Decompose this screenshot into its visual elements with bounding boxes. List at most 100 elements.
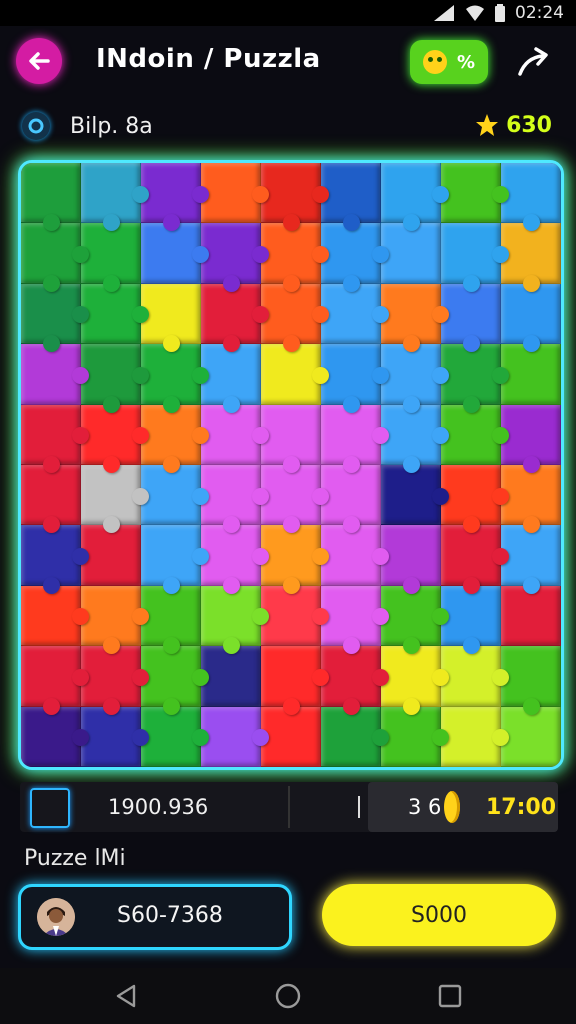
puzzle-piece[interactable] — [141, 283, 201, 353]
emoji-button[interactable]: % — [410, 40, 488, 84]
puzzle-piece[interactable] — [21, 344, 89, 405]
puzzle-piece[interactable] — [201, 646, 261, 707]
puzzle-piece[interactable] — [81, 223, 141, 293]
puzzle-piece[interactable] — [21, 465, 81, 534]
nav-back-button[interactable] — [112, 982, 140, 1010]
puzzle-piece[interactable] — [261, 283, 329, 353]
puzzle-piece[interactable] — [21, 646, 89, 716]
puzzle-piece[interactable] — [321, 646, 389, 716]
puzzle-piece[interactable] — [201, 525, 269, 595]
puzzle-piece[interactable] — [261, 404, 321, 474]
puzzle-piece[interactable] — [441, 706, 509, 767]
puzzle-piece[interactable] — [321, 525, 389, 586]
puzzle-piece[interactable] — [381, 465, 449, 526]
puzzle-piece[interactable] — [201, 283, 269, 353]
puzzle-piece[interactable] — [321, 404, 389, 474]
puzzle-piece[interactable] — [261, 163, 329, 232]
puzzle-piece[interactable] — [321, 344, 389, 414]
puzzle-piece[interactable] — [441, 525, 509, 595]
puzzle-piece[interactable] — [21, 223, 89, 293]
puzzle-piece[interactable] — [441, 404, 509, 465]
puzzle-piece[interactable] — [321, 163, 381, 232]
puzzle-piece[interactable] — [21, 585, 89, 647]
puzzle-piece[interactable] — [501, 283, 561, 353]
play-button[interactable]: S000 — [322, 884, 556, 946]
puzzle-piece[interactable] — [501, 585, 561, 647]
puzzle-piece[interactable] — [441, 163, 509, 224]
puzzle-piece[interactable] — [201, 706, 269, 767]
puzzle-piece[interactable] — [441, 344, 509, 414]
puzzle-piece[interactable] — [381, 283, 449, 353]
puzzle-piece[interactable] — [81, 465, 149, 534]
back-button[interactable] — [16, 38, 62, 84]
puzzle-piece[interactable] — [501, 404, 561, 474]
puzzle-piece[interactable] — [141, 344, 209, 414]
player-button[interactable]: S60-7368 — [18, 884, 292, 950]
puzzle-piece[interactable] — [501, 223, 561, 293]
puzzle-piece[interactable] — [441, 585, 501, 655]
puzzle-piece[interactable] — [201, 344, 261, 414]
share-button[interactable] — [514, 44, 554, 80]
puzzle-piece[interactable] — [201, 585, 269, 655]
puzzle-piece[interactable] — [141, 646, 209, 716]
puzzle-piece[interactable] — [21, 706, 89, 767]
puzzle-piece[interactable] — [261, 223, 329, 293]
select-checkbox[interactable] — [30, 788, 70, 828]
puzzle-piece[interactable] — [321, 465, 381, 534]
puzzle-piece[interactable] — [381, 344, 449, 414]
puzzle-piece[interactable] — [21, 525, 89, 595]
puzzle-piece[interactable] — [81, 163, 149, 232]
puzzle-piece[interactable] — [261, 344, 329, 405]
puzzle-piece[interactable] — [321, 223, 389, 293]
puzzle-piece[interactable] — [441, 223, 509, 293]
puzzle-piece[interactable] — [501, 646, 561, 716]
puzzle-piece[interactable] — [501, 163, 561, 232]
puzzle-piece[interactable] — [141, 163, 209, 232]
puzzle-piece[interactable] — [381, 223, 441, 284]
puzzle-piece[interactable] — [261, 706, 321, 767]
puzzle-piece[interactable] — [441, 283, 501, 353]
puzzle-piece[interactable] — [201, 404, 269, 465]
puzzle-piece[interactable] — [261, 465, 329, 534]
puzzle-board[interactable] — [18, 160, 564, 770]
puzzle-piece[interactable] — [381, 706, 449, 767]
puzzle-piece[interactable] — [141, 223, 209, 284]
puzzle-piece[interactable] — [261, 585, 329, 647]
puzzle-piece[interactable] — [21, 163, 81, 232]
puzzle-piece[interactable] — [141, 525, 209, 595]
puzzle-piece[interactable] — [21, 404, 89, 474]
puzzle-piece[interactable] — [501, 525, 561, 595]
puzzle-piece[interactable] — [141, 465, 209, 526]
puzzle-piece[interactable] — [141, 585, 201, 655]
puzzle-piece[interactable] — [81, 585, 149, 655]
puzzle-piece[interactable] — [261, 646, 329, 716]
puzzle-piece[interactable] — [141, 706, 209, 767]
puzzle-piece[interactable] — [261, 525, 329, 595]
puzzle-piece[interactable] — [381, 585, 449, 655]
puzzle-piece[interactable] — [381, 646, 449, 716]
nav-recents-button[interactable] — [436, 982, 464, 1010]
puzzle-piece[interactable] — [381, 525, 441, 595]
puzzle-piece[interactable] — [381, 404, 449, 474]
puzzle-piece[interactable] — [321, 706, 389, 767]
puzzle-piece[interactable] — [201, 465, 269, 534]
puzzle-piece[interactable] — [381, 163, 449, 232]
puzzle-piece[interactable] — [321, 585, 389, 655]
puzzle-piece[interactable] — [81, 706, 149, 767]
puzzle-piece[interactable] — [501, 344, 561, 405]
puzzle-piece[interactable] — [441, 646, 509, 707]
puzzle-piece[interactable] — [81, 404, 149, 474]
puzzle-piece[interactable] — [321, 283, 389, 345]
puzzle-piece[interactable] — [141, 404, 209, 474]
puzzle-piece[interactable] — [81, 646, 149, 716]
puzzle-piece[interactable] — [201, 223, 269, 293]
puzzle-piece[interactable] — [441, 465, 509, 534]
puzzle-piece[interactable] — [81, 344, 149, 414]
puzzle-piece[interactable] — [201, 163, 269, 224]
puzzle-piece[interactable] — [501, 465, 561, 534]
puzzle-piece[interactable] — [81, 283, 149, 345]
puzzle-piece[interactable] — [21, 283, 89, 353]
nav-home-button[interactable] — [274, 982, 302, 1010]
puzzle-piece[interactable] — [501, 706, 561, 767]
puzzle-piece[interactable] — [81, 525, 141, 586]
